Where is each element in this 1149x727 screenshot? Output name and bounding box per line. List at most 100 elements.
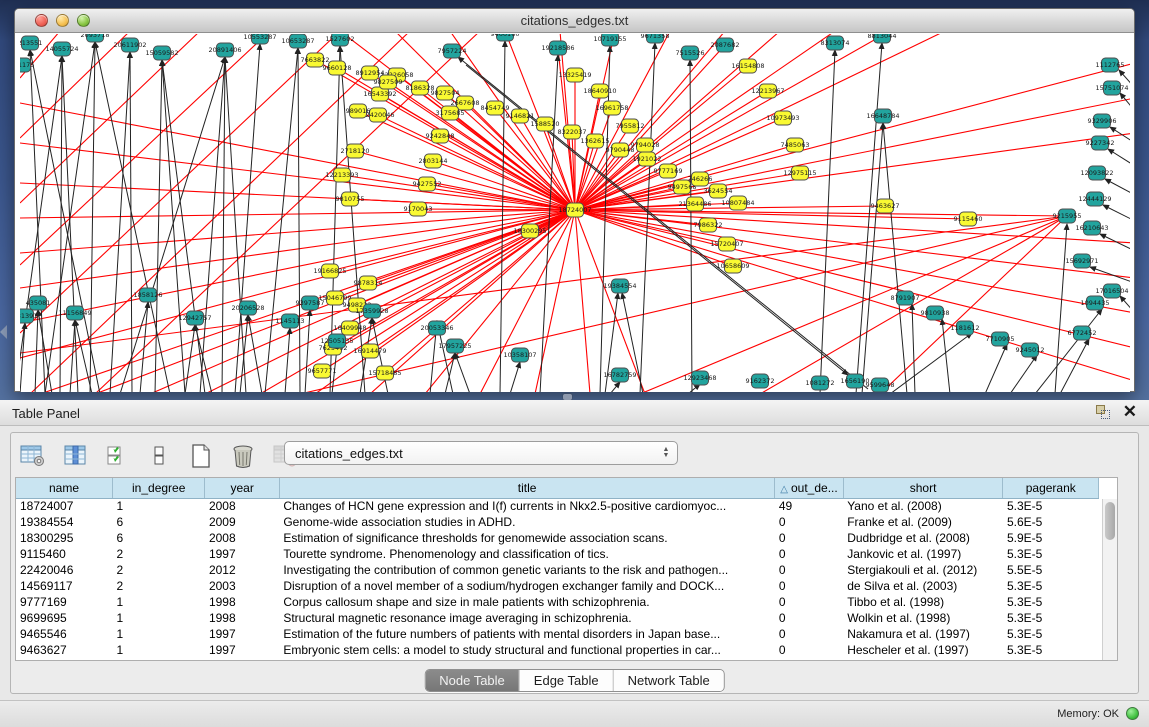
graph-node-19218586[interactable]: 19218586: [541, 41, 574, 55]
network-view-canvas[interactable]: 1872400728031449427552917004318300295924…: [20, 34, 1130, 392]
table-cell[interactable]: 0: [775, 626, 843, 642]
graph-node-9162372[interactable]: 9162372: [746, 374, 775, 388]
graph-node-20206528[interactable]: 20206528: [231, 301, 264, 315]
graph-node-1145113[interactable]: 1145113: [276, 314, 305, 328]
graph-node-213551[interactable]: 213551: [20, 36, 42, 50]
graph-node-2093718[interactable]: 2093718: [81, 34, 110, 42]
graph-node-16154808[interactable]: 16154808: [731, 59, 764, 73]
table-cell[interactable]: 14569117: [16, 578, 112, 594]
graph-node-16648784[interactable]: 16648784: [866, 109, 899, 123]
table-cell[interactable]: 5.6E-5: [1003, 514, 1099, 530]
table-cell[interactable]: Dudbridge et al. (2008): [843, 530, 1003, 546]
graph-node-941175[interactable]: 941175: [20, 58, 34, 72]
table-cell[interactable]: 9115460: [16, 546, 112, 562]
table-cell[interactable]: Embryonic stem cells: a model to study s…: [279, 642, 775, 658]
graph-node-9810755[interactable]: 9810755: [336, 192, 365, 206]
table-row[interactable]: 911546021997Tourette syndrome. Phenomeno…: [16, 546, 1099, 562]
table-cell[interactable]: 2009: [205, 514, 279, 530]
table-cell[interactable]: 5.3E-5: [1003, 594, 1099, 610]
graph-node-1588520[interactable]: 1588520: [531, 117, 560, 131]
graph-node-12213967[interactable]: 12213967: [751, 84, 784, 98]
table-settings-button[interactable]: [19, 442, 47, 470]
table-scrollbar[interactable]: [1102, 499, 1117, 661]
table-cell[interactable]: 2003: [205, 578, 279, 594]
table-cell[interactable]: 0: [775, 530, 843, 546]
graph-node-1527602[interactable]: 1527602: [326, 34, 355, 46]
table-cell[interactable]: Stergiakouli et al. (2012): [843, 562, 1003, 578]
table-row[interactable]: 1456911722003Disruption of a novel membe…: [16, 578, 1099, 594]
table-cell[interactable]: 22420046: [16, 562, 112, 578]
table-cell[interactable]: Genome-wide association studies in ADHD.: [279, 514, 775, 530]
table-cell[interactable]: 1998: [205, 594, 279, 610]
table-cell[interactable]: 0: [775, 594, 843, 610]
table-cell[interactable]: 9777169: [16, 594, 112, 610]
graph-node-331391[interactable]: 331391: [20, 309, 37, 323]
tab-edge-table[interactable]: Edge Table: [520, 670, 614, 691]
graph-node-2087682[interactable]: 2087682: [711, 38, 740, 52]
graph-node-7710905[interactable]: 7710905: [986, 332, 1015, 346]
graph-node-9115460[interactable]: 9115460: [954, 212, 983, 226]
graph-node-16914479[interactable]: 16914479: [353, 344, 386, 358]
graph-node-9794028[interactable]: 9794028: [631, 138, 660, 152]
table-cell[interactable]: 9465546: [16, 626, 112, 642]
table-cell[interactable]: 1997: [205, 626, 279, 642]
table-cell[interactable]: de Silva et al. (2003): [843, 578, 1003, 594]
graph-node-9827504[interactable]: 9827504: [431, 86, 460, 100]
table-cell[interactable]: Investigating the contribution of common…: [279, 562, 775, 578]
column-header-pagerank[interactable]: pagerank: [1003, 478, 1099, 498]
table-cell[interactable]: Tourette syndrome. Phenomenology and cla…: [279, 546, 775, 562]
delete-button[interactable]: [229, 442, 257, 470]
table-cell[interactable]: 18724007: [16, 498, 112, 514]
table-cell[interactable]: 1: [112, 610, 204, 626]
table-cell[interactable]: 5.3E-5: [1003, 578, 1099, 594]
table-cell[interactable]: 9463627: [16, 642, 112, 658]
select-column-button[interactable]: [61, 442, 89, 470]
table-row[interactable]: 977716911998Corpus callosum shape and si…: [16, 594, 1099, 610]
table-cell[interactable]: 6: [112, 514, 204, 530]
table-cell[interactable]: 5.3E-5: [1003, 626, 1099, 642]
graph-node-10553287[interactable]: 10553287: [243, 34, 276, 44]
column-header-in_degree[interactable]: in_degree: [112, 478, 204, 498]
table-cell[interactable]: 2: [112, 578, 204, 594]
graph-node-8313074[interactable]: 8313074: [821, 36, 850, 50]
graph-node-20891406[interactable]: 20891406: [208, 43, 241, 57]
graph-node-13325419[interactable]: 13325419: [558, 68, 591, 82]
table-selector-dropdown[interactable]: citations_edges.txt ▲▼: [284, 441, 678, 465]
graph-node-12213393[interactable]: 12213393: [325, 168, 358, 182]
table-cell[interactable]: Disruption of a novel member of a sodium…: [279, 578, 775, 594]
graph-node-18640910[interactable]: 18640910: [583, 84, 616, 98]
graph-node-15718485[interactable]: 15718485: [368, 366, 401, 380]
graph-node-3624554[interactable]: 3624554: [704, 184, 733, 198]
graph-node-7515526[interactable]: 7515526: [676, 46, 705, 60]
graph-node-9463627[interactable]: 9463627: [871, 199, 900, 213]
graph-node-12923468[interactable]: 12923468: [683, 371, 716, 385]
graph-node-14055724[interactable]: 14055724: [45, 42, 78, 56]
table-cell[interactable]: 19384554: [16, 514, 112, 530]
graph-node-15720407[interactable]: 15720407: [710, 237, 743, 251]
table-cell[interactable]: 9699695: [16, 610, 112, 626]
table-row[interactable]: 946362711997Embryonic stem cells: a mode…: [16, 642, 1099, 658]
table-cell[interactable]: Hescheler et al. (1997): [843, 642, 1003, 658]
tab-node-table[interactable]: Node Table: [425, 670, 520, 691]
table-cell[interactable]: 5.9E-5: [1003, 530, 1099, 546]
float-window-icon[interactable]: [1095, 404, 1111, 420]
graph-node-9599648[interactable]: 9599648: [866, 378, 895, 392]
table-cell[interactable]: 0: [775, 578, 843, 594]
column-header-name[interactable]: name: [16, 478, 112, 498]
table-cell[interactable]: Nakamura et al. (1997): [843, 626, 1003, 642]
panel-collapse-handle[interactable]: [0, 325, 7, 339]
graph-node-2718120[interactable]: 2718120: [341, 144, 370, 158]
graph-node-16210643[interactable]: 16210643: [1075, 221, 1108, 235]
graph-node-20611902[interactable]: 20611902: [113, 38, 146, 52]
table-row[interactable]: 1938455462009Genome-wide association stu…: [16, 514, 1099, 530]
graph-node-15059582[interactable]: 15059582: [145, 46, 178, 60]
graph-node-19166825[interactable]: 19166825: [313, 264, 346, 278]
graph-node-16782759[interactable]: 16782759: [603, 368, 636, 382]
column-header-year[interactable]: year: [205, 478, 279, 498]
new-file-button[interactable]: [187, 442, 215, 470]
table-cell[interactable]: Structural magnetic resonance image aver…: [279, 610, 775, 626]
table-cell[interactable]: 0: [775, 546, 843, 562]
graph-node-10653287[interactable]: 10653287: [281, 34, 314, 48]
column-header-title[interactable]: title: [279, 478, 775, 498]
graph-node-9245012[interactable]: 9245012: [1016, 343, 1045, 357]
